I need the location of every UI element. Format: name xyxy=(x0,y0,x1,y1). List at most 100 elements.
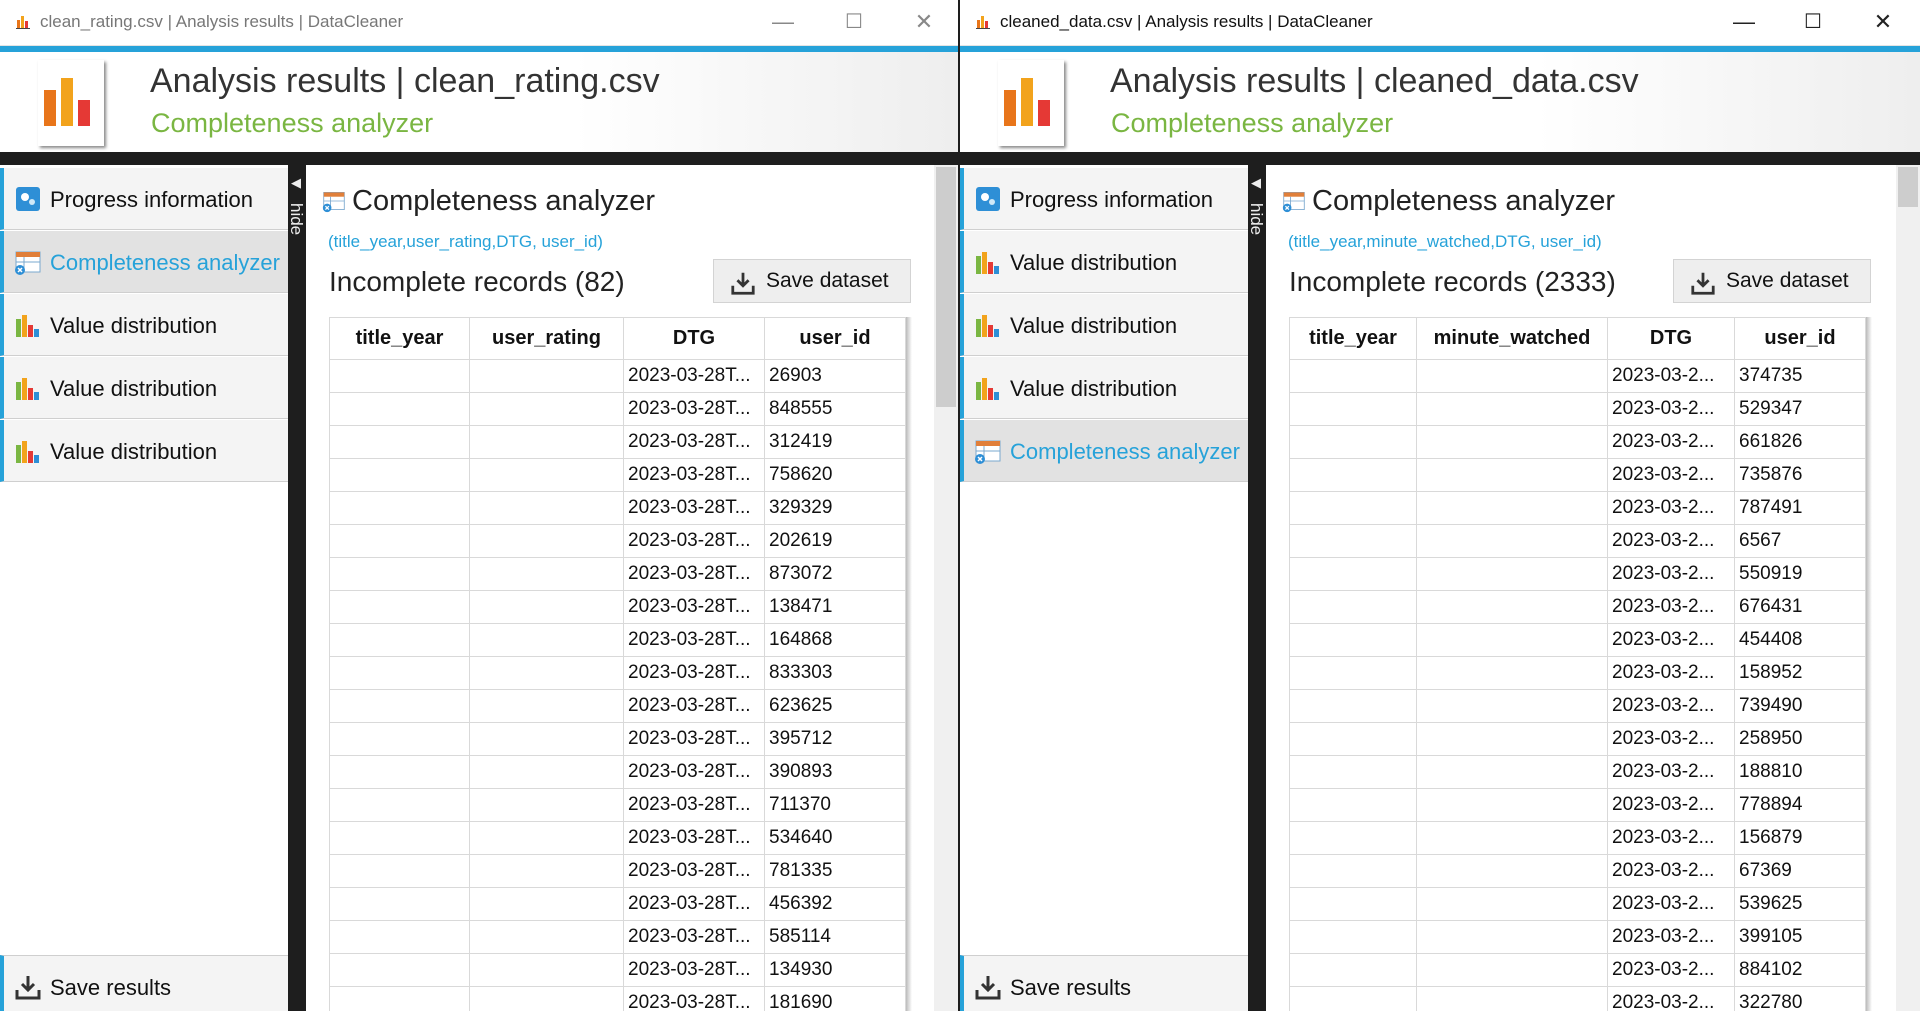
table-row[interactable]: 2023-03-28T... 164868 xyxy=(329,623,906,657)
table-cell: 399105 xyxy=(1734,920,1866,954)
save-results-button[interactable]: Save results xyxy=(960,955,1248,1011)
table-cell: 156879 xyxy=(1734,821,1866,855)
table-row[interactable]: 2023-03-2... 735876 xyxy=(1289,458,1866,492)
table-row[interactable]: 2023-03-28T... 833303 xyxy=(329,656,906,690)
minimize-button[interactable]: — xyxy=(1727,8,1761,36)
table-cell: 534640 xyxy=(764,821,906,855)
save-results-button[interactable]: Save results xyxy=(0,955,288,1011)
header-separator xyxy=(0,152,958,165)
table-row[interactable]: 2023-03-28T... 181690 xyxy=(329,986,906,1011)
table-header-row: title_year minute_watched DTG user_id xyxy=(1289,317,1866,360)
table-row[interactable]: 2023-03-2... 676431 xyxy=(1289,590,1866,624)
table-row[interactable]: 2023-03-28T... 138471 xyxy=(329,590,906,624)
table-row[interactable]: 2023-03-2... 188810 xyxy=(1289,755,1866,789)
table-row[interactable]: 2023-03-28T... 873072 xyxy=(329,557,906,591)
minimize-button[interactable]: — xyxy=(766,8,800,36)
table-cell: 833303 xyxy=(764,656,906,690)
table-cell: 322780 xyxy=(1734,986,1866,1011)
table-row[interactable]: 2023-03-28T... 202619 xyxy=(329,524,906,558)
table-row[interactable]: 2023-03-2... 156879 xyxy=(1289,821,1866,855)
table-cell: 2023-03-2... xyxy=(1607,755,1735,789)
column-header[interactable]: user_id xyxy=(764,317,906,360)
table-row[interactable]: 2023-03-2... 454408 xyxy=(1289,623,1866,657)
window-title: cleaned_data.csv | Analysis results | Da… xyxy=(1000,12,1373,31)
vertical-scrollbar[interactable] xyxy=(934,165,958,1011)
table-row[interactable]: 2023-03-28T... 758620 xyxy=(329,458,906,492)
bar-chart-icon xyxy=(16,315,39,337)
scrollbar-thumb[interactable] xyxy=(1898,167,1918,207)
sidebar-item-value-distribution[interactable]: Value distribution xyxy=(0,420,288,482)
completeness-icon xyxy=(1282,192,1305,213)
table-row[interactable]: 2023-03-2... 399105 xyxy=(1289,920,1866,954)
maximize-button[interactable]: ☐ xyxy=(837,8,871,36)
table-cell: 329329 xyxy=(764,491,906,525)
download-icon xyxy=(1691,272,1715,295)
sidebar-item-progress[interactable]: Progress information xyxy=(0,168,288,230)
table-row[interactable]: 2023-03-28T... 134930 xyxy=(329,953,906,987)
column-header[interactable]: user_rating xyxy=(469,317,624,360)
save-dataset-button[interactable]: Save dataset xyxy=(1673,259,1871,303)
close-button[interactable]: ✕ xyxy=(1866,8,1900,36)
table-row[interactable]: 2023-03-28T... 585114 xyxy=(329,920,906,954)
maximize-button[interactable]: ☐ xyxy=(1796,8,1830,36)
column-header[interactable]: title_year xyxy=(329,317,470,360)
table-cell xyxy=(469,722,624,756)
table-cell: 539625 xyxy=(1734,887,1866,921)
table-row[interactable]: 2023-03-2... 550919 xyxy=(1289,557,1866,591)
sidebar-item-value-distribution[interactable]: Value distribution xyxy=(0,357,288,419)
table-cell: 258950 xyxy=(1734,722,1866,756)
table-row[interactable]: 2023-03-2... 258950 xyxy=(1289,722,1866,756)
table-cell xyxy=(329,359,470,393)
sidebar-item-value-distribution[interactable]: Value distribution xyxy=(0,294,288,356)
sidebar-item-completeness[interactable]: Completeness analyzer xyxy=(960,420,1248,482)
table-cell xyxy=(469,821,624,855)
table-row[interactable]: 2023-03-2... 374735 xyxy=(1289,359,1866,393)
table-row[interactable]: 2023-03-28T... 848555 xyxy=(329,392,906,426)
column-header[interactable]: DTG xyxy=(623,317,765,360)
column-header[interactable]: minute_watched xyxy=(1416,317,1608,360)
close-button[interactable]: ✕ xyxy=(907,8,941,36)
table-row[interactable]: 2023-03-2... 322780 xyxy=(1289,986,1866,1011)
table-row[interactable]: 2023-03-2... 787491 xyxy=(1289,491,1866,525)
sidebar-item-value-distribution[interactable]: Value distribution xyxy=(960,294,1248,356)
column-header[interactable]: DTG xyxy=(1607,317,1735,360)
table-row[interactable]: 2023-03-2... 539625 xyxy=(1289,887,1866,921)
sidebar-item-label: Progress information xyxy=(1010,187,1213,212)
scrollbar-thumb[interactable] xyxy=(936,167,956,407)
sidebar-item-completeness[interactable]: Completeness analyzer xyxy=(0,231,288,293)
table-row[interactable]: 2023-03-2... 6567 xyxy=(1289,524,1866,558)
sidebar-item-value-distribution[interactable]: Value distribution xyxy=(960,231,1248,293)
progress-icon xyxy=(976,187,1000,211)
column-header[interactable]: title_year xyxy=(1289,317,1417,360)
table-row[interactable]: 2023-03-2... 739490 xyxy=(1289,689,1866,723)
table-row[interactable]: 2023-03-2... 778894 xyxy=(1289,788,1866,822)
table-row[interactable]: 2023-03-28T... 329329 xyxy=(329,491,906,525)
table-cell: 2023-03-28T... xyxy=(623,788,765,822)
table-cell xyxy=(1289,524,1417,558)
vertical-scrollbar[interactable] xyxy=(1896,165,1920,1011)
table-row[interactable]: 2023-03-2... 67369 xyxy=(1289,854,1866,888)
table-row[interactable]: 2023-03-28T... 312419 xyxy=(329,425,906,459)
table-row[interactable]: 2023-03-2... 884102 xyxy=(1289,953,1866,987)
hide-sidebar-toggle[interactable]: ◀ hide xyxy=(287,165,306,1011)
table-cell: 884102 xyxy=(1734,953,1866,987)
table-row[interactable]: 2023-03-28T... 395712 xyxy=(329,722,906,756)
save-dataset-button[interactable]: Save dataset xyxy=(713,259,911,303)
hide-sidebar-toggle[interactable]: ◀ hide xyxy=(1247,165,1266,1011)
table-row[interactable]: 2023-03-2... 529347 xyxy=(1289,392,1866,426)
table-row[interactable]: 2023-03-28T... 781335 xyxy=(329,854,906,888)
table-row[interactable]: 2023-03-28T... 623625 xyxy=(329,689,906,723)
table-cell xyxy=(1289,359,1417,393)
table-row[interactable]: 2023-03-28T... 711370 xyxy=(329,788,906,822)
table-row[interactable]: 2023-03-2... 158952 xyxy=(1289,656,1866,690)
table-row[interactable]: 2023-03-2... 661826 xyxy=(1289,425,1866,459)
table-row[interactable]: 2023-03-28T... 26903 xyxy=(329,359,906,393)
sidebar-item-value-distribution[interactable]: Value distribution xyxy=(960,357,1248,419)
column-header[interactable]: user_id xyxy=(1734,317,1866,360)
table-row[interactable]: 2023-03-28T... 390893 xyxy=(329,755,906,789)
table-cell xyxy=(469,920,624,954)
sidebar-item-progress[interactable]: Progress information xyxy=(960,168,1248,230)
table-row[interactable]: 2023-03-28T... 534640 xyxy=(329,821,906,855)
table-cell xyxy=(329,392,470,426)
table-row[interactable]: 2023-03-28T... 456392 xyxy=(329,887,906,921)
